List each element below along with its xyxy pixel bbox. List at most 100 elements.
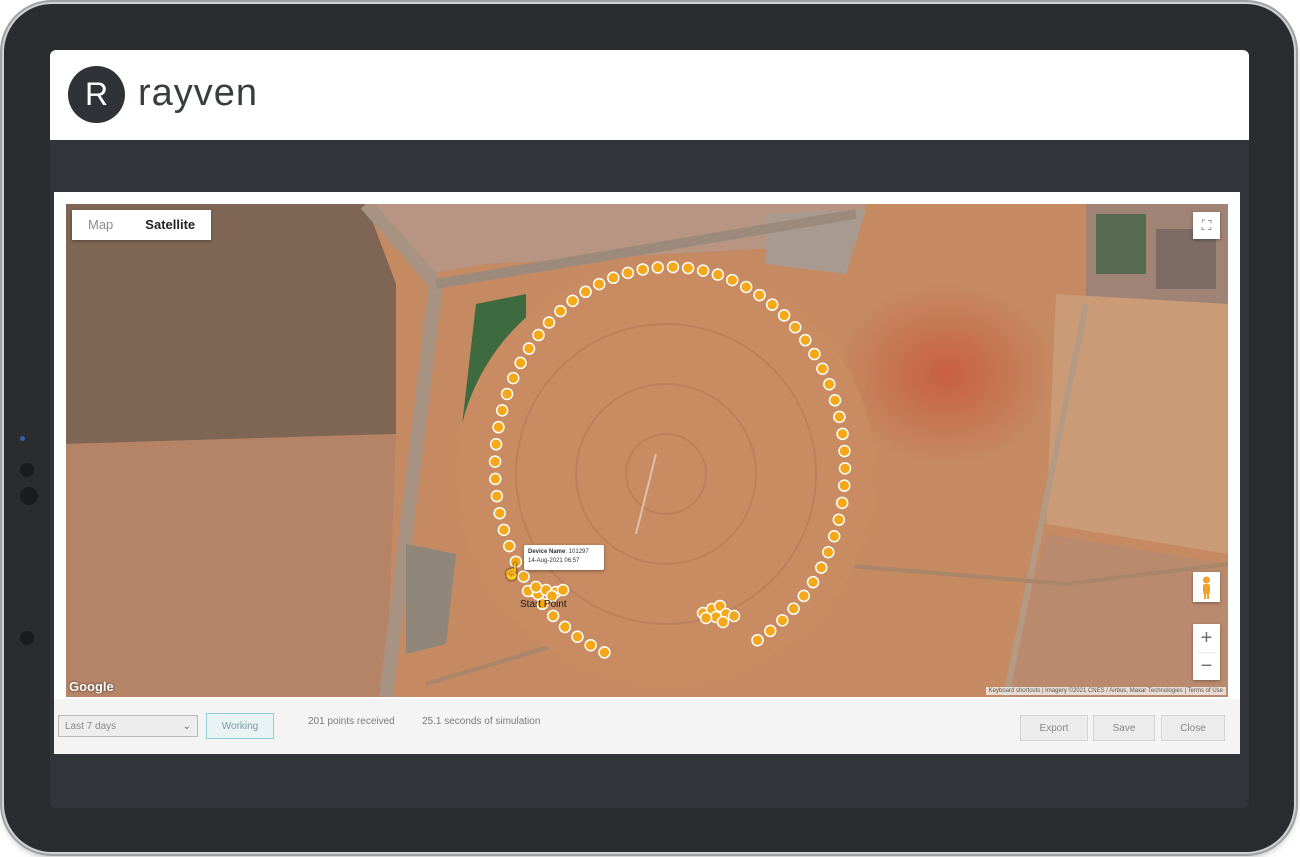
route-marker[interactable]	[699, 611, 713, 625]
tooltip-timestamp: 14-Aug-2021 06:57	[528, 558, 580, 564]
app-name: rayven	[138, 72, 259, 114]
route-marker[interactable]	[584, 639, 597, 652]
tooltip-title: Device Name	[528, 549, 566, 555]
route-marker[interactable]	[503, 539, 516, 553]
route-marker[interactable]	[636, 263, 649, 276]
route-marker[interactable]	[788, 321, 802, 334]
route-marker[interactable]	[681, 261, 695, 275]
points-received-text: 201 points received	[308, 716, 395, 727]
route-marker[interactable]	[579, 285, 592, 299]
route-marker[interactable]	[828, 394, 842, 407]
route-marker[interactable]	[838, 444, 851, 458]
hand-cursor-icon: ☝	[502, 564, 522, 581]
route-marker[interactable]	[823, 377, 836, 391]
map-view-button[interactable]: Map	[72, 210, 129, 240]
route-marker[interactable]	[751, 633, 764, 647]
sensor-icon	[20, 436, 25, 441]
route-marker[interactable]	[837, 479, 851, 492]
tablet-screen: R rayven Map Satellite ⛶ + − Device Name…	[50, 50, 1249, 808]
google-logo: Google	[69, 679, 114, 694]
route-marker[interactable]	[566, 294, 579, 308]
route-marker[interactable]	[495, 404, 509, 417]
route-marker[interactable]	[806, 575, 820, 589]
route-marker[interactable]	[797, 589, 811, 603]
route-marker[interactable]	[542, 316, 556, 329]
route-marker[interactable]	[739, 280, 753, 294]
route-marker[interactable]	[529, 580, 543, 594]
camera-lens-icon	[20, 487, 38, 505]
route-marker[interactable]	[827, 529, 841, 543]
route-marker[interactable]	[488, 455, 502, 468]
close-button[interactable]: Close	[1161, 715, 1225, 741]
route-marker[interactable]	[696, 264, 710, 277]
app-header: R rayven	[50, 50, 1249, 140]
route-marker[interactable]	[558, 620, 572, 634]
route-marker[interactable]	[522, 342, 536, 355]
zoom-control: + −	[1193, 624, 1220, 680]
route-marker[interactable]	[836, 427, 849, 441]
route-marker[interactable]	[607, 271, 620, 285]
route-marker[interactable]	[556, 583, 570, 597]
route-marker[interactable]	[799, 333, 812, 347]
route-marker[interactable]	[787, 602, 800, 615]
rayven-logo-icon: R	[68, 66, 125, 123]
route-marker[interactable]	[598, 646, 611, 659]
start-point-label: Start Point	[520, 599, 567, 610]
route-marker[interactable]	[554, 304, 567, 318]
route-marker[interactable]	[514, 356, 527, 370]
zoom-out-button[interactable]: −	[1193, 653, 1220, 680]
route-marker[interactable]	[489, 438, 503, 451]
route-markers	[488, 260, 852, 659]
working-button[interactable]: Working	[206, 713, 274, 739]
pegman-icon[interactable]	[1193, 572, 1220, 602]
route-marker[interactable]	[838, 462, 852, 475]
route-marker[interactable]	[777, 309, 791, 322]
simulation-time-text: 25.1 seconds of simulation	[422, 716, 541, 727]
route-marker[interactable]	[816, 362, 829, 376]
route-marker[interactable]	[833, 410, 846, 424]
save-button[interactable]: Save	[1093, 715, 1155, 741]
camera-icon	[20, 463, 34, 477]
route-marker[interactable]	[492, 420, 505, 434]
route-marker[interactable]	[822, 545, 835, 559]
route-marker[interactable]	[500, 387, 514, 401]
map-type-control: Map Satellite	[72, 210, 212, 240]
export-button[interactable]: Export	[1020, 715, 1088, 741]
route-marker[interactable]	[765, 298, 779, 311]
satellite-map[interactable]: Map Satellite ⛶ + − Device Name: 101297 …	[66, 204, 1228, 697]
route-marker[interactable]	[532, 328, 545, 342]
route-marker[interactable]	[506, 371, 520, 385]
route-marker[interactable]	[592, 277, 606, 291]
route-marker[interactable]	[546, 609, 560, 623]
route-marker[interactable]	[651, 261, 665, 274]
route-marker[interactable]	[764, 624, 777, 638]
route-marker[interactable]	[776, 614, 789, 627]
satellite-view-button[interactable]: Satellite	[129, 210, 211, 240]
date-range-value: Last 7 days	[65, 721, 117, 732]
route-marker[interactable]	[716, 615, 730, 629]
route-marker[interactable]	[815, 561, 828, 574]
route-marker[interactable]	[571, 630, 584, 643]
route-marker[interactable]	[832, 513, 846, 526]
device-tooltip: Device Name: 101297 14-Aug-2021 06:57	[524, 545, 604, 570]
route-marker[interactable]	[489, 472, 502, 486]
route-marker[interactable]	[493, 506, 506, 520]
route-marker[interactable]	[835, 496, 849, 510]
route-marker[interactable]	[621, 266, 635, 280]
route-marker[interactable]	[753, 288, 766, 302]
route-marker[interactable]	[711, 268, 725, 281]
route-marker[interactable]	[808, 347, 821, 361]
map-panel: Map Satellite ⛶ + − Device Name: 101297 …	[54, 192, 1240, 754]
zoom-in-button[interactable]: +	[1193, 624, 1220, 652]
route-marker[interactable]	[497, 523, 511, 537]
route-marker[interactable]	[490, 489, 504, 503]
route-marker[interactable]	[666, 260, 680, 274]
button-icon	[20, 631, 34, 645]
chevron-down-icon: ⌄	[182, 721, 191, 732]
route-marker[interactable]	[726, 273, 739, 287]
fullscreen-icon[interactable]: ⛶	[1193, 212, 1220, 239]
map-attribution[interactable]: Keyboard shortcuts | Imagery ©2021 CNES …	[985, 687, 1226, 695]
date-range-select[interactable]: Last 7 days ⌄	[58, 715, 198, 737]
tooltip-device-id: 101297	[568, 549, 589, 555]
route-marker[interactable]	[727, 609, 741, 623]
